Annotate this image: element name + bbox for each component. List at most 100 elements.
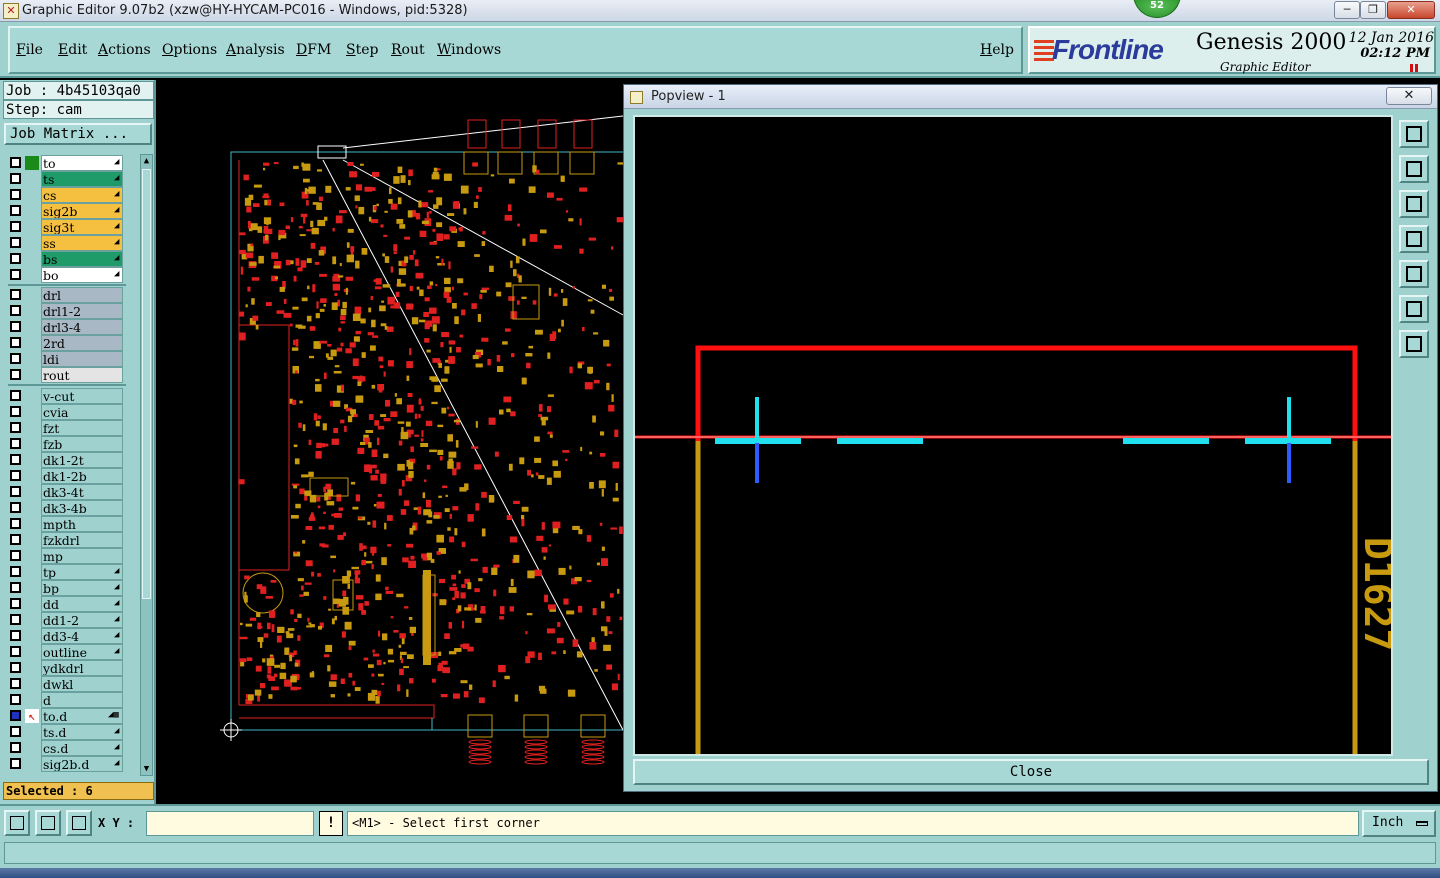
layer-name[interactable]: sig2b [41, 203, 123, 219]
snap-mode-icon[interactable] [35, 810, 61, 836]
work-layer-arrow-icon[interactable]: ↖ [25, 709, 39, 723]
layer-color-swatch[interactable] [25, 288, 39, 302]
layer-color-swatch[interactable] [25, 320, 39, 334]
layer-row-sig2b-d[interactable]: sig2b.d ◢ [4, 756, 139, 772]
layer-row-dk1-2t[interactable]: dk1-2t [4, 452, 139, 468]
layer-color-swatch[interactable] [25, 613, 39, 627]
scroll-down-icon[interactable]: ▼ [141, 763, 152, 775]
layer-name[interactable]: dd1-2 [41, 612, 123, 628]
zoom-window-icon[interactable] [1399, 120, 1429, 148]
layer-color-swatch[interactable] [25, 204, 39, 218]
layer-color-swatch[interactable] [25, 469, 39, 483]
layer-checkbox[interactable] [10, 662, 21, 673]
layer-checkbox[interactable] [10, 470, 21, 481]
layer-checkbox[interactable] [10, 353, 21, 364]
maximize-button[interactable]: ❐ [1360, 1, 1386, 19]
layer-name[interactable]: sig3t [41, 219, 123, 235]
layer-checkbox[interactable] [10, 454, 21, 465]
menu-analysis[interactable]: Analysis [226, 42, 285, 58]
layer-row-2rd[interactable]: 2rd [4, 335, 139, 351]
layer-checkbox[interactable] [10, 710, 21, 721]
layer-row-bo[interactable]: bo ◢ [4, 267, 139, 283]
layer-color-swatch[interactable] [25, 693, 39, 707]
layer-name[interactable]: sig2b.d [41, 756, 123, 772]
layer-checkbox[interactable] [10, 614, 21, 625]
layer-color-swatch[interactable] [25, 172, 39, 186]
layer-name[interactable]: bp [41, 580, 123, 596]
layer-name[interactable]: v-cut [41, 388, 123, 404]
scroll-up-icon[interactable]: ▲ [141, 155, 152, 167]
layer-row-dd[interactable]: dd ◢ [4, 596, 139, 612]
layer-checkbox[interactable] [10, 205, 21, 216]
layer-row-sig3t[interactable]: sig3t ◢ [4, 219, 139, 235]
layer-row-outline[interactable]: outline ◢ [4, 644, 139, 660]
layer-row-drl1-2[interactable]: drl1-2 [4, 303, 139, 319]
popview-canvas[interactable]: D1627 [633, 115, 1393, 756]
layer-name[interactable]: ts.d [41, 724, 123, 740]
zoom-in-icon[interactable] [1399, 155, 1429, 183]
layer-name[interactable]: dk1-2b [41, 468, 123, 484]
layer-color-swatch[interactable] [25, 581, 39, 595]
layer-checkbox[interactable] [10, 321, 21, 332]
layer-row-v-cut[interactable]: v-cut [4, 388, 139, 404]
layer-color-swatch[interactable] [25, 405, 39, 419]
layer-row-mpth[interactable]: mpth [4, 516, 139, 532]
layer-row-tp[interactable]: tp ◢ [4, 564, 139, 580]
popview-close-x[interactable]: ✕ [1386, 87, 1432, 105]
layer-color-swatch[interactable] [25, 533, 39, 547]
layer-name[interactable]: bo [41, 267, 123, 283]
layer-color-swatch[interactable] [25, 236, 39, 250]
layer-color-swatch[interactable] [25, 597, 39, 611]
layer-name[interactable]: dk3-4t [41, 484, 123, 500]
menu-windows[interactable]: Windows [437, 42, 501, 58]
layer-color-swatch[interactable] [25, 252, 39, 266]
layer-name[interactable]: cs.d [41, 740, 123, 756]
layer-name[interactable]: dk3-4b [41, 500, 123, 516]
layer-checkbox[interactable] [10, 582, 21, 593]
menu-edit[interactable]: Edit [58, 42, 87, 58]
layer-name[interactable]: ts [41, 171, 123, 187]
layer-checkbox[interactable] [10, 289, 21, 300]
layer-color-swatch[interactable] [25, 741, 39, 755]
layer-row-cs-d[interactable]: cs.d ◢ [4, 740, 139, 756]
layer-color-swatch[interactable] [25, 156, 39, 170]
layer-name[interactable]: dwkl [41, 676, 123, 692]
layer-row-dk3-4t[interactable]: dk3-4t [4, 484, 139, 500]
layer-color-swatch[interactable] [25, 188, 39, 202]
layer-name[interactable]: mpth [41, 516, 123, 532]
layer-checkbox[interactable] [10, 173, 21, 184]
layer-row-drl[interactable]: drl [4, 287, 139, 303]
layer-checkbox[interactable] [10, 486, 21, 497]
zoom-area-icon[interactable] [4, 810, 30, 836]
layer-row-ts[interactable]: ts ◢ [4, 171, 139, 187]
fit-profile-icon[interactable] [1399, 330, 1429, 358]
layer-row-dk1-2b[interactable]: dk1-2b [4, 468, 139, 484]
close-window-button[interactable]: ✕ [1387, 1, 1435, 19]
layer-row-dd1-2[interactable]: dd1-2 ◢ [4, 612, 139, 628]
layer-row-ydkdrl[interactable]: ydkdrl [4, 660, 139, 676]
warning-button[interactable]: ! [319, 811, 343, 836]
layer-color-swatch[interactable] [25, 268, 39, 282]
layer-color-swatch[interactable] [25, 421, 39, 435]
layer-color-swatch[interactable] [25, 565, 39, 579]
popview-drawing[interactable]: D1627 [635, 117, 1391, 754]
minimize-button[interactable]: ─ [1334, 1, 1360, 19]
fit-screen-icon[interactable] [1399, 295, 1429, 323]
layer-row-cvia[interactable]: cvia [4, 404, 139, 420]
layer-checkbox[interactable] [10, 518, 21, 529]
layer-color-swatch[interactable] [25, 677, 39, 691]
layer-checkbox[interactable] [10, 550, 21, 561]
layer-checkbox[interactable] [10, 369, 21, 380]
layer-checkbox[interactable] [10, 406, 21, 417]
layer-name[interactable]: dd [41, 596, 123, 612]
layer-color-swatch[interactable] [25, 501, 39, 515]
layer-row-fzkdrl[interactable]: fzkdrl [4, 532, 139, 548]
layer-row-ss[interactable]: ss ◢ [4, 235, 139, 251]
layer-name[interactable]: drl [41, 287, 123, 303]
layer-color-swatch[interactable] [25, 757, 39, 771]
layer-row-fzb[interactable]: fzb [4, 436, 139, 452]
layer-checkbox[interactable] [10, 678, 21, 689]
grid-mode-icon[interactable] [66, 810, 92, 836]
layer-checkbox[interactable] [10, 269, 21, 280]
layer-name[interactable]: fzb [41, 436, 123, 452]
